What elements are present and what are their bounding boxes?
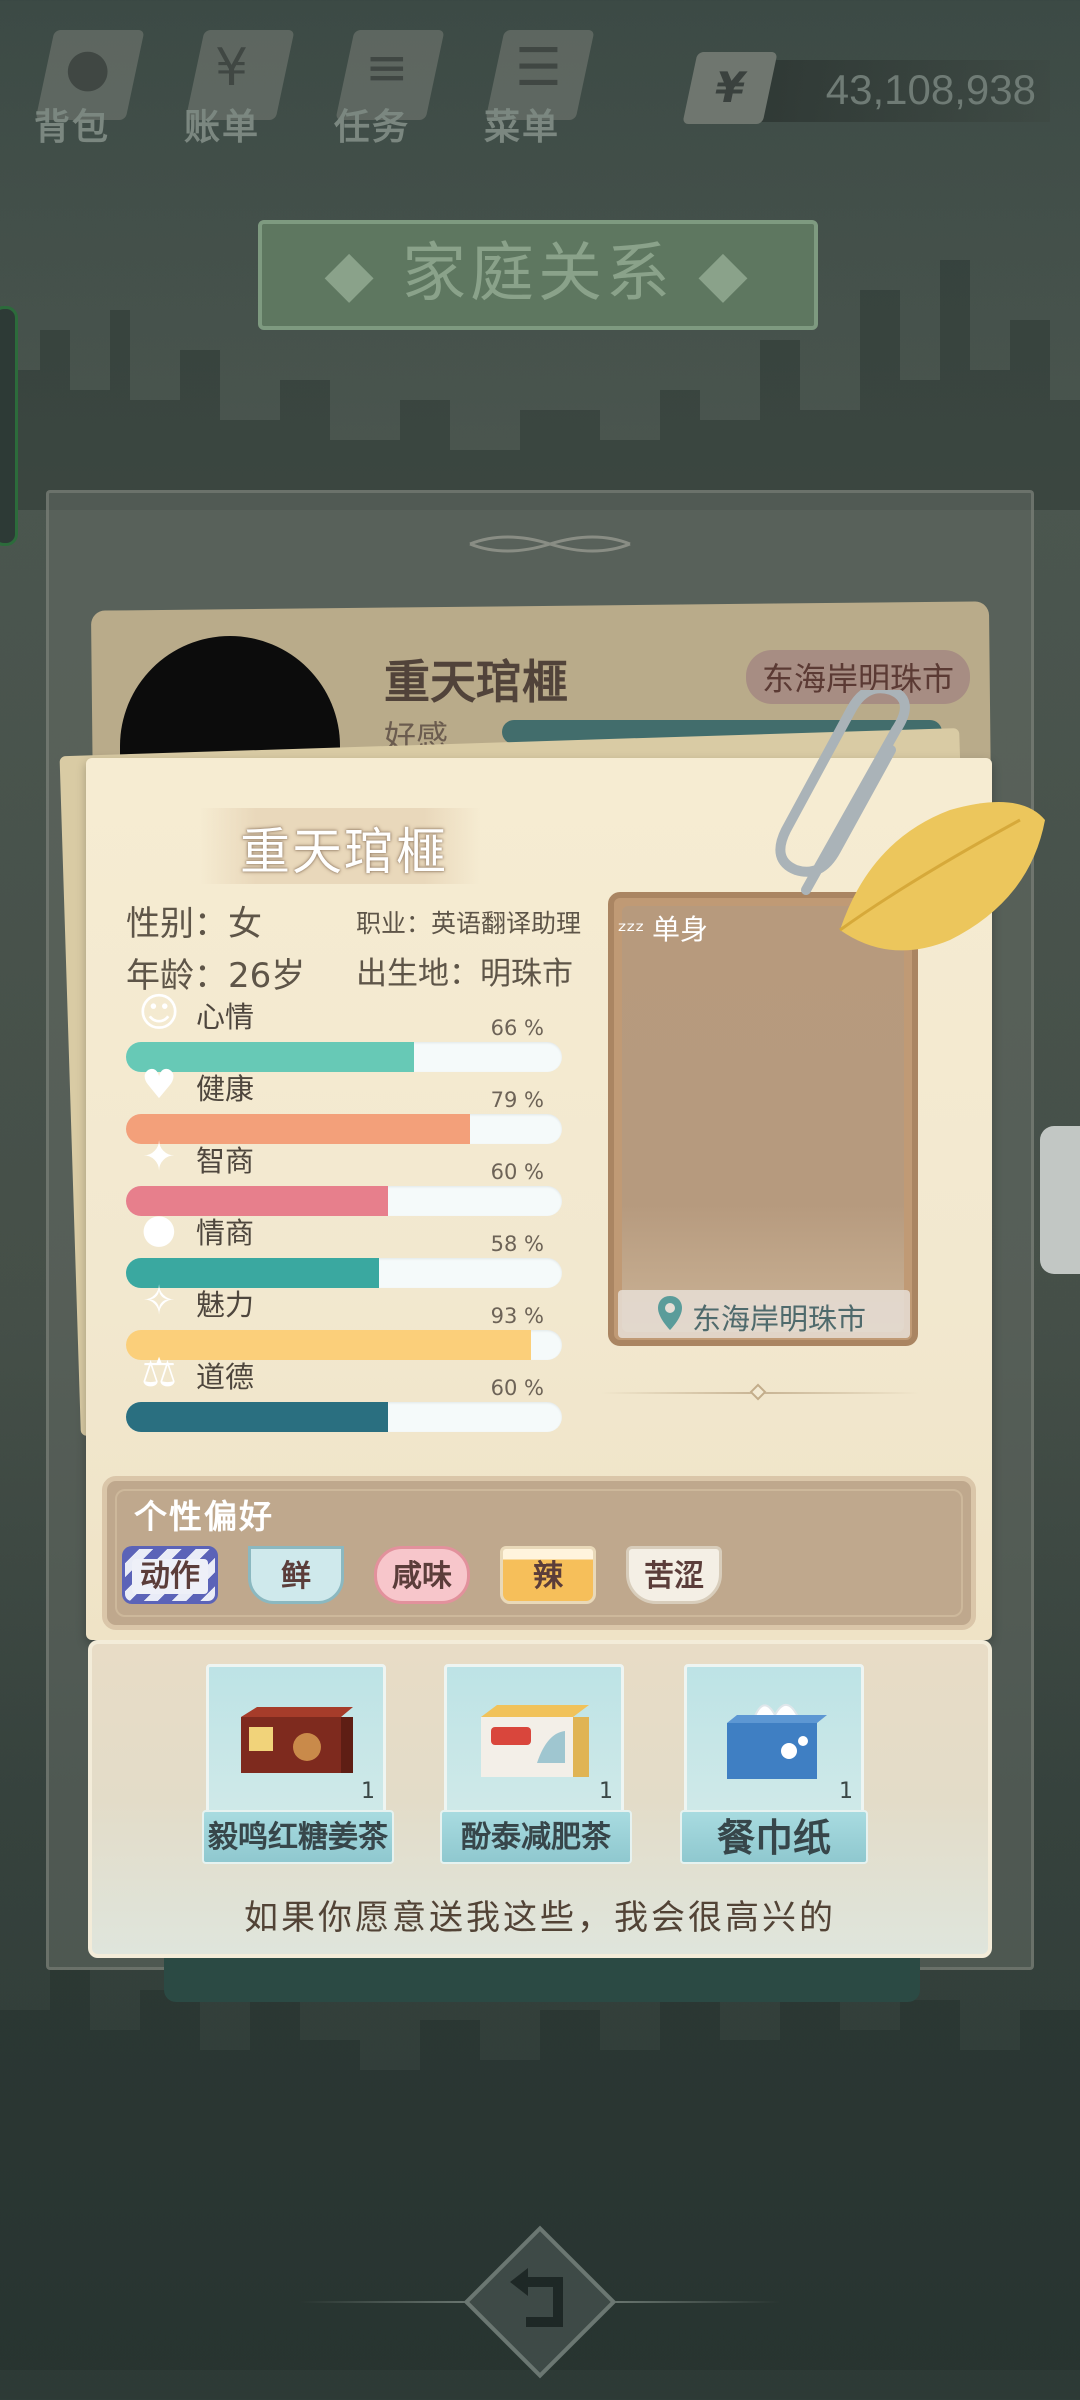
ginger-tea-box-icon xyxy=(241,1707,353,1773)
diet-tea-box-icon xyxy=(481,1705,589,1777)
stat-bar xyxy=(126,1330,562,1360)
stat-value: 60 % xyxy=(490,1160,544,1184)
lightbulb-icon: ✦ xyxy=(142,1134,176,1180)
stat-bar xyxy=(126,1402,562,1432)
nav-menu[interactable]: ☰ 菜单 xyxy=(470,20,600,150)
bill-icon: ¥ xyxy=(215,38,249,98)
gift-name-ginger-tea: 毅鸣红糖姜茶 xyxy=(202,1810,394,1864)
profile-name: 重天琯榧 xyxy=(240,823,448,881)
money-value: 43,108,938 xyxy=(825,66,1036,113)
location-text: 东海岸明珠市 xyxy=(692,1302,867,1336)
stat-value: 66 % xyxy=(490,1016,544,1040)
relationship-status: ᶻᶻᶻ 单身 xyxy=(618,913,709,946)
gift-count: 1 xyxy=(599,1779,613,1804)
right-side-tab[interactable] xyxy=(1040,1126,1080,1274)
nav-label: 账单 xyxy=(184,107,261,148)
gift-item-tissue[interactable]: 1 xyxy=(684,1664,864,1814)
stat-name: 魅力 xyxy=(196,1288,255,1322)
apple-icon: ● xyxy=(141,1206,177,1252)
preference-tag-bitter: 苦涩 xyxy=(626,1546,722,1604)
yen-icon: ¥ xyxy=(682,52,778,124)
stat-name: 心情 xyxy=(196,1000,255,1034)
nav-label: 任务 xyxy=(334,107,411,148)
nav-label: 背包 xyxy=(34,107,111,148)
preferences-title: 个性偏好 xyxy=(134,1497,274,1536)
gift-count: 1 xyxy=(839,1779,853,1804)
occupation-text: 职业：英语翻译助理 xyxy=(356,909,582,938)
divider xyxy=(300,2301,480,2303)
paperclip-icon xyxy=(775,690,910,895)
menu-icon: ☰ xyxy=(515,38,562,98)
tissue-box-icon xyxy=(727,1704,827,1779)
return-arrow-icon xyxy=(510,2268,563,2327)
gift-item-ginger-tea[interactable]: 1 xyxy=(206,1664,386,1814)
stat-name: 道德 xyxy=(196,1360,255,1394)
stat-name: 健康 xyxy=(196,1072,255,1106)
smile-icon: ☺ xyxy=(138,990,180,1036)
birthplace-text: 出生地：明珠市 xyxy=(356,956,573,992)
gift-message: 如果你愿意送我这些，我会很高兴的 xyxy=(244,1898,836,1938)
task-icon: ≡ xyxy=(365,38,409,98)
money-display: ¥ 43,108,938 xyxy=(682,52,1050,124)
stat-value: 60 % xyxy=(490,1376,544,1400)
gift-name-tissue: 餐巾纸 xyxy=(680,1810,868,1864)
nav-label: 菜单 xyxy=(484,107,561,148)
left-side-tab[interactable] xyxy=(0,306,18,546)
stat-value: 93 % xyxy=(490,1304,544,1328)
stat-value: 58 % xyxy=(490,1232,544,1256)
stat-bar-fill xyxy=(126,1402,388,1432)
gift-item-diet-tea[interactable]: 1 xyxy=(444,1664,624,1814)
stat-name: 智商 xyxy=(196,1144,255,1178)
stat-name: 情商 xyxy=(196,1216,255,1250)
stat-bar-fill xyxy=(126,1330,532,1360)
back-card-name: 重天琯榧 xyxy=(384,655,568,709)
nav-task[interactable]: ≡ 任务 xyxy=(320,20,450,150)
heart-icon: ♥ xyxy=(141,1062,177,1108)
gift-count: 1 xyxy=(361,1779,375,1804)
location-pin-icon xyxy=(658,1296,682,1330)
gift-name-diet-tea: 酚泰减肥茶 xyxy=(440,1810,632,1864)
sparkle-icon: ✧ xyxy=(142,1278,176,1324)
stat-bar xyxy=(126,1114,562,1144)
stat-bar xyxy=(126,1186,562,1216)
preference-tag-spicy: 辣 xyxy=(500,1546,596,1604)
stat-bar xyxy=(126,1042,562,1072)
ornament-icon xyxy=(469,535,631,553)
bag-icon: ● xyxy=(65,38,111,98)
divider xyxy=(600,2301,780,2303)
preference-tag-fresh: 鲜 xyxy=(248,1546,344,1604)
sleep-zzz-icon: ᶻᶻᶻ xyxy=(618,917,652,945)
nav-bill[interactable]: ¥ 账单 xyxy=(170,20,300,150)
scale-icon: ⚖ xyxy=(141,1350,177,1396)
page-title: ◆ 家庭关系 ◆ xyxy=(258,220,818,330)
nav-bag[interactable]: ● 背包 xyxy=(20,20,150,150)
preference-tag-salty: 咸味 xyxy=(374,1546,470,1604)
stat-bar xyxy=(126,1258,562,1288)
stat-value: 79 % xyxy=(490,1088,544,1112)
gender-text: 性别：女 xyxy=(126,904,262,944)
preference-tag-action: 动作 xyxy=(122,1546,218,1604)
